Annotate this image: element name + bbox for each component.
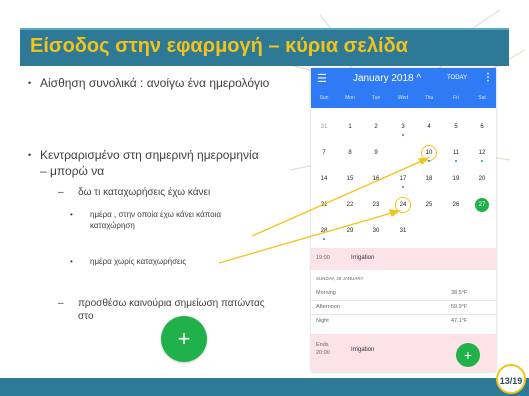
- weather-value: 59.9°F: [451, 304, 468, 310]
- bullet-marker: •: [28, 78, 32, 88]
- calendar-day[interactable]: 21: [311, 202, 337, 208]
- calendar-day[interactable]: 13: [495, 150, 496, 156]
- calendar-app-screenshot: ☰ January 2018 ^ TODAY ⋮ Sun Mon Tue Wed…: [311, 68, 496, 372]
- calendar-day-without-entry[interactable]: 24: [390, 202, 416, 208]
- weekday-header: Sun Mon Tue Wed Thu Fri Sat: [311, 90, 496, 108]
- calendar-day[interactable]: 15: [337, 176, 363, 182]
- calendar-day[interactable]: 30: [363, 228, 389, 234]
- calendar-day[interactable]: 19: [443, 176, 469, 182]
- calendar-day[interactable]: 26: [443, 202, 469, 208]
- add-note-fab[interactable]: +: [456, 343, 480, 367]
- app-bar: ☰ January 2018 ^ TODAY ⋮: [311, 68, 496, 90]
- footer-bar: [0, 378, 529, 396]
- weather-value: 38.5°F: [451, 290, 468, 296]
- today-marker[interactable]: 27: [475, 198, 489, 212]
- calendar-day[interactable]: 16: [363, 176, 389, 182]
- event-row[interactable]: 19:00 Irrigation: [311, 248, 496, 270]
- add-note-fab-illustration: +: [161, 316, 207, 362]
- event-name: Irrigation: [351, 255, 375, 261]
- calendar-day[interactable]: 6: [469, 124, 495, 130]
- calendar-day[interactable]: 5: [443, 124, 469, 130]
- event-time-label: Ends: [316, 342, 329, 348]
- calendar-day[interactable]: 31: [390, 228, 416, 234]
- event-time: 20:00: [316, 350, 330, 356]
- calendar-day[interactable]: 12: [469, 150, 495, 156]
- page-number: 13/19: [496, 364, 526, 394]
- sub-bullet-marker: –: [58, 187, 64, 198]
- weekday-label: Fri: [453, 95, 459, 101]
- weekday-label: Sun: [319, 95, 329, 101]
- calendar-day[interactable]: 8: [337, 150, 363, 156]
- weather-period: Morning: [316, 290, 336, 296]
- event-dot: [402, 186, 404, 188]
- divider: [311, 314, 496, 315]
- calendar-day[interactable]: 17: [390, 176, 416, 182]
- divider: [311, 300, 496, 301]
- sub-bullet-1: δω τι καταχωρήσεις έχω κάνει: [78, 187, 211, 198]
- calendar-day[interactable]: 7: [311, 150, 337, 156]
- calendar-day[interactable]: 9: [363, 150, 389, 156]
- event-dot: [402, 134, 404, 136]
- sub-bullet-marker: –: [58, 298, 64, 309]
- event-dot: [481, 160, 483, 162]
- event-dot: [455, 160, 457, 162]
- calendar-day[interactable]: 22: [337, 202, 363, 208]
- today-button[interactable]: TODAY: [447, 75, 467, 81]
- calendar-day[interactable]: 29: [337, 228, 363, 234]
- calendar-day[interactable]: 25: [416, 202, 442, 208]
- calendar-day-with-entry[interactable]: 10: [416, 150, 442, 156]
- month-title[interactable]: January 2018 ^: [353, 73, 421, 84]
- weekday-label: Tue: [371, 95, 381, 101]
- slide-title: Είσοδος στην εφαρμογή – κύρια σελίδα: [30, 35, 408, 57]
- subsub-bullet-marker: •: [70, 210, 73, 219]
- calendar-day[interactable]: 1: [337, 124, 363, 130]
- subsub-bullet-2: ημέρα χωρίς καταχωρήσεις: [90, 257, 187, 266]
- date-header: SUNDAY, 28 JANUARY: [316, 276, 364, 281]
- calendar-day[interactable]: 31: [311, 124, 337, 130]
- weather-value: 47.1°F: [451, 318, 468, 324]
- event-time: 19:00: [316, 255, 330, 261]
- calendar-day[interactable]: 28: [311, 228, 337, 234]
- weekday-label: Mon: [345, 95, 355, 101]
- more-icon[interactable]: ⋮: [483, 72, 493, 83]
- calendar-day[interactable]: 11: [443, 150, 469, 156]
- weekday-label: Sat: [478, 95, 486, 101]
- weather-period: Afternoon: [316, 304, 340, 310]
- calendar-day[interactable]: 23: [363, 202, 389, 208]
- weekday-label: Thu: [424, 95, 434, 101]
- title-bar: Είσοδος στην εφαρμογή – κύρια σελίδα: [20, 28, 509, 66]
- month-grid: 31 1 2 3 4 5 6 7 8 9 10 11 12 13 14 15 1…: [311, 112, 496, 256]
- subsub-bullet-1: ημέρα , στην οποία έχω κάνει κάποια κατα…: [90, 210, 221, 230]
- event-name: Irrigation: [351, 347, 375, 353]
- calendar-day[interactable]: 4: [416, 124, 442, 130]
- calendar-day[interactable]: 20: [469, 176, 495, 182]
- event-dot: [323, 238, 325, 240]
- weather-period: Night: [316, 318, 329, 324]
- bullet-2: Κεντραρισμένο στη σημερινή ημερομηνία – …: [40, 148, 259, 178]
- bullet-marker: •: [28, 150, 32, 160]
- weekday-label: Wed: [397, 95, 409, 101]
- menu-icon[interactable]: ☰: [317, 72, 327, 85]
- bullet-1: Αίσθηση συνολικά : ανοίγω ένα ημερολόγιο: [40, 76, 270, 90]
- slide: Είσοδος στην εφαρμογή – κύρια σελίδα • Α…: [0, 0, 529, 396]
- calendar-day[interactable]: 2: [363, 124, 389, 130]
- subsub-bullet-marker: •: [70, 257, 73, 266]
- calendar-day[interactable]: 14: [311, 176, 337, 182]
- calendar-day[interactable]: 3: [390, 124, 416, 130]
- event-dot: [428, 160, 430, 162]
- calendar-day[interactable]: 18: [416, 176, 442, 182]
